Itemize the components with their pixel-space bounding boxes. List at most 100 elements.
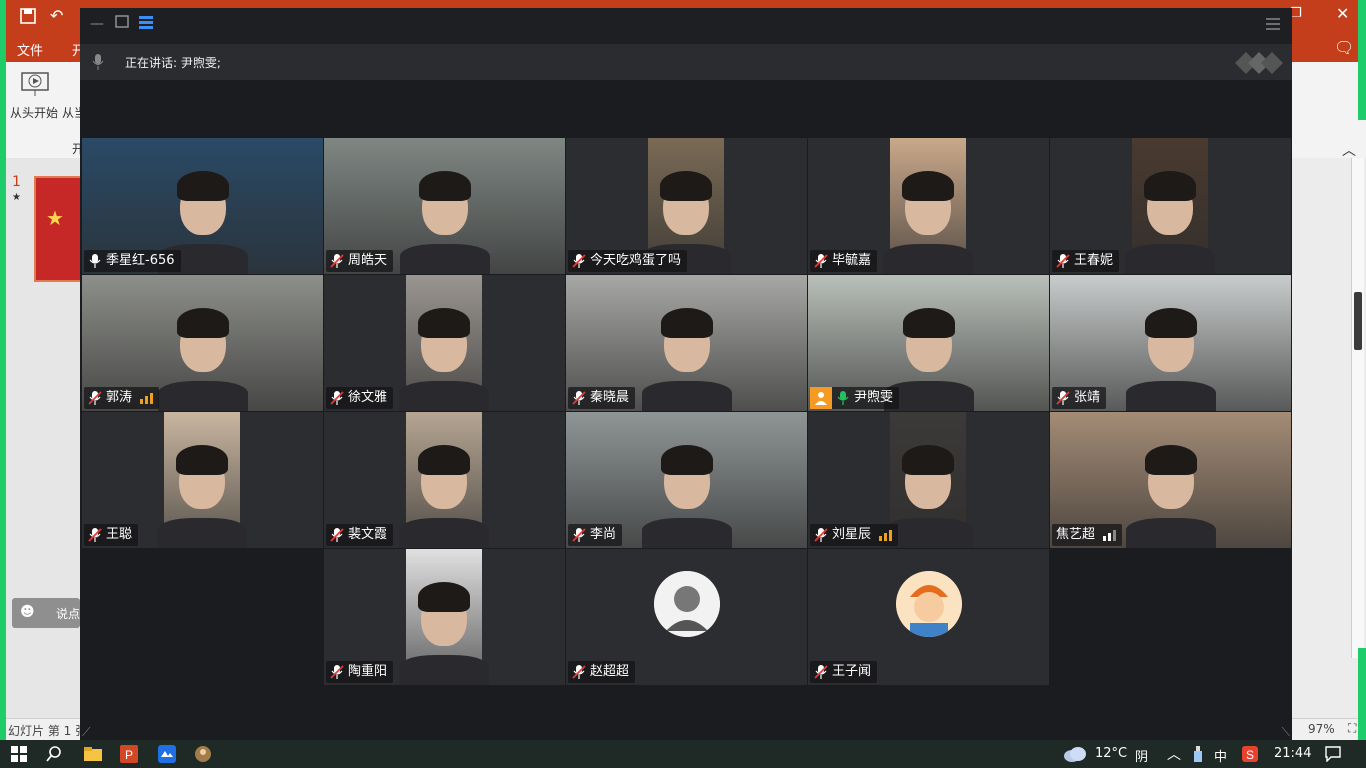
tab-file[interactable]: 文件 bbox=[17, 40, 43, 59]
signal-bar bbox=[145, 396, 149, 404]
participant-video bbox=[157, 412, 247, 548]
slide-thumbnail[interactable]: ★ bbox=[34, 176, 84, 282]
window-border-right bbox=[1358, 0, 1366, 120]
close-icon[interactable]: ✕ bbox=[1336, 4, 1349, 23]
file-explorer-icon[interactable] bbox=[82, 740, 104, 768]
participant-name-tag: 刘星辰 bbox=[810, 524, 899, 546]
hair-shape bbox=[418, 307, 470, 338]
participant-tile[interactable]: 陶重阳 bbox=[324, 549, 565, 685]
participant-tile[interactable]: 裴文霞 bbox=[324, 412, 565, 548]
usb-icon[interactable] bbox=[1190, 740, 1206, 768]
participant-tile[interactable]: 今天吃鸡蛋了吗 bbox=[566, 138, 807, 274]
signal-bar bbox=[1113, 530, 1117, 541]
participant-video bbox=[399, 275, 489, 411]
hair-shape bbox=[660, 170, 712, 201]
participant-tile[interactable]: 赵超超 bbox=[566, 549, 807, 685]
host-user-icon bbox=[810, 387, 832, 409]
collapse-ribbon-icon[interactable]: ︿ bbox=[1342, 140, 1356, 160]
mic-muted-icon bbox=[572, 254, 586, 268]
participant-name-tag: 李尚 bbox=[568, 524, 623, 546]
ppt-scroll-region bbox=[1292, 158, 1366, 718]
participant-tile[interactable]: 张靖 bbox=[1050, 275, 1291, 411]
resize-handle-left-icon[interactable]: ⟋ bbox=[82, 725, 90, 740]
tray-expand-icon[interactable]: ︿ bbox=[1167, 744, 1181, 764]
window-icon[interactable] bbox=[115, 14, 129, 32]
participant-name-tag: 焦艺超 bbox=[1052, 524, 1123, 546]
clock-time[interactable]: 21:44 bbox=[1274, 746, 1311, 761]
weather-temperature[interactable]: 12°C bbox=[1095, 746, 1127, 761]
participant-tile[interactable]: 徐文雅 bbox=[324, 275, 565, 411]
windows-start-icon[interactable] bbox=[8, 740, 30, 768]
participant-name: 陶重阳 bbox=[348, 664, 388, 679]
participant-tile[interactable]: 周皓天 bbox=[324, 138, 565, 274]
body-shape bbox=[1125, 381, 1216, 411]
participant-tile[interactable]: 王春妮 bbox=[1050, 138, 1291, 274]
current-speaker-label: 正在讲话: 尹煦雯; bbox=[125, 56, 221, 70]
scrollbar-thumb[interactable] bbox=[1354, 292, 1362, 350]
notification-icon[interactable] bbox=[1322, 740, 1344, 768]
menu-icon[interactable] bbox=[1265, 16, 1281, 36]
participant-tile[interactable]: 王聪 bbox=[82, 412, 323, 548]
app-avatar-icon[interactable] bbox=[192, 740, 214, 768]
hair-shape bbox=[1144, 307, 1197, 338]
signal-bar bbox=[140, 399, 144, 404]
save-icon[interactable] bbox=[20, 8, 36, 28]
signal-strength-icon bbox=[1103, 529, 1117, 541]
participant-tile[interactable]: 王子闻 bbox=[808, 549, 1049, 685]
hair-shape bbox=[176, 307, 229, 338]
participant-tile[interactable]: 刘星辰 bbox=[808, 412, 1049, 548]
body-shape bbox=[1125, 518, 1216, 548]
participant-tile[interactable]: 李尚 bbox=[566, 412, 807, 548]
slide-status: 幻灯片 第 1 张 bbox=[8, 724, 88, 738]
vertical-scrollbar[interactable] bbox=[1351, 158, 1364, 658]
signal-bar bbox=[1108, 533, 1112, 541]
hair-shape bbox=[176, 444, 228, 475]
mic-muted-icon bbox=[330, 665, 344, 679]
ime-indicator[interactable]: 中 bbox=[1214, 746, 1227, 765]
comment-icon[interactable]: 🗨 bbox=[1334, 38, 1354, 57]
minimize-icon[interactable]: — bbox=[90, 16, 104, 32]
undo-icon[interactable]: ↶ bbox=[50, 6, 63, 25]
body-shape bbox=[399, 655, 489, 685]
slide-star-icon: ★ bbox=[12, 192, 21, 203]
hair-shape bbox=[418, 581, 470, 612]
participant-name-tag: 陶重阳 bbox=[326, 661, 394, 683]
sogou-input-icon[interactable]: S bbox=[1240, 740, 1260, 768]
participant-tile[interactable]: 郭涛 bbox=[82, 275, 323, 411]
start-from-beginning-button[interactable]: 从头开始 bbox=[10, 104, 58, 121]
signal-bar bbox=[884, 533, 888, 541]
tencent-meeting-icon[interactable] bbox=[156, 740, 178, 768]
participant-tile[interactable]: 季星红-656 bbox=[82, 138, 323, 274]
body-shape bbox=[641, 518, 732, 548]
mic-muted-icon bbox=[1056, 254, 1070, 268]
taskbar: P 12°C 阴 ︿ 中 S 21:44 bbox=[0, 740, 1366, 768]
participant-name: 赵超超 bbox=[590, 664, 630, 679]
hair-shape bbox=[902, 307, 955, 338]
weather-description[interactable]: 阴 bbox=[1135, 746, 1148, 765]
body-shape bbox=[157, 381, 248, 411]
participant-tile[interactable]: 尹煦雯 bbox=[808, 275, 1049, 411]
participant-tile[interactable]: 焦艺超 bbox=[1050, 412, 1291, 548]
slideshow-icon[interactable] bbox=[20, 70, 50, 103]
resize-handle-right-icon[interactable]: ⟍ bbox=[1282, 725, 1290, 740]
participant-name-tag: 赵超超 bbox=[568, 661, 636, 683]
signal-bar bbox=[889, 530, 893, 541]
participant-name: 王子闻 bbox=[832, 664, 872, 679]
participant-name: 毕毓嘉 bbox=[832, 253, 872, 268]
body-shape bbox=[399, 518, 489, 548]
participant-tile[interactable]: 秦晓晨 bbox=[566, 275, 807, 411]
participant-tile[interactable]: 毕毓嘉 bbox=[808, 138, 1049, 274]
layout-icon[interactable] bbox=[138, 14, 154, 34]
mic-icon bbox=[836, 391, 850, 405]
participant-name-tag: 徐文雅 bbox=[326, 387, 394, 409]
participant-name-tag: 周皓天 bbox=[326, 250, 394, 272]
fit-slide-icon[interactable]: ⛶ bbox=[1348, 721, 1356, 736]
emoji-icon[interactable]: ☻ bbox=[20, 604, 35, 620]
speaker-bar: 正在讲话: 尹煦雯; bbox=[80, 44, 1292, 80]
zoom-level[interactable]: 97% bbox=[1308, 722, 1335, 736]
powerpoint-icon[interactable]: P bbox=[118, 740, 140, 768]
comment-input[interactable]: ☻ 说点 bbox=[12, 598, 80, 628]
search-icon[interactable] bbox=[42, 740, 66, 768]
participant-name: 王聪 bbox=[106, 527, 133, 542]
weather-cloud-icon[interactable] bbox=[1062, 740, 1088, 768]
